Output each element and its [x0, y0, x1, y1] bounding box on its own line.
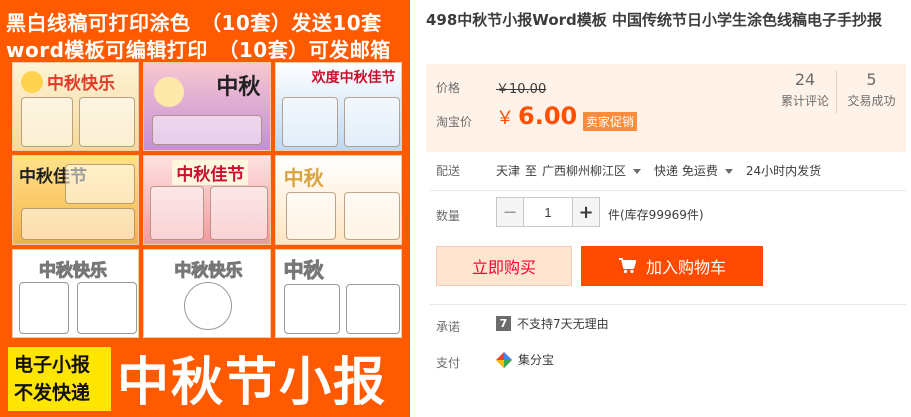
text-box [343, 97, 400, 147]
promo-badge: 卖家促销 [583, 112, 638, 131]
buy-now-button[interactable]: 立即购买 [436, 246, 572, 286]
reviews-count: 24 [794, 70, 816, 89]
quantity-input[interactable] [524, 197, 572, 227]
reviews-label: 累计评论 [780, 94, 829, 108]
divider [430, 190, 906, 191]
original-price: ￥10.00 [496, 82, 547, 97]
ship-to-word: 至 [525, 164, 538, 178]
dispatch-time: 24小时内发货 [745, 164, 822, 178]
delivery-method-text: 快递 免运费 [654, 164, 718, 178]
promise-label: 承诺 [436, 320, 461, 334]
image-big-title: 中秋节小报 [117, 353, 388, 413]
template-thumbnail: 中秋佳节 [143, 155, 271, 245]
delivery-method-selector[interactable]: 快递 免运费 [654, 164, 741, 178]
template-thumbnail: 中秋快乐 [12, 62, 140, 152]
thumbnail-title: 中秋快乐 [174, 260, 243, 281]
text-box [19, 281, 69, 334]
template-thumbnail: 中秋快乐 [143, 248, 271, 338]
destination-selector[interactable]: 广西柳州柳江区 [542, 164, 649, 178]
divider [430, 304, 906, 305]
reviews-stat[interactable]: 24 累计评论 [770, 70, 840, 109]
add-to-cart-label: 加入购物车 [645, 258, 726, 277]
text-box [343, 192, 400, 241]
chevron-down-icon [724, 169, 733, 174]
template-preview-grid: 中秋快乐 中秋 欢度中秋佳节 中秋佳节 中秋佳节 中秋 中秋快乐 中秋快乐 中秋 [12, 62, 402, 338]
original-price-label: 价格 [436, 81, 461, 95]
template-thumbnail: 欢度中秋佳节 [274, 62, 402, 152]
promo-price-value: 6.00 [518, 102, 578, 130]
promise-row: 7 不支持7天无理由 [496, 315, 609, 332]
text-box [345, 283, 400, 334]
quantity-stepper: − + [496, 197, 600, 227]
text-box [65, 164, 135, 205]
text-box [21, 208, 135, 241]
product-main-image[interactable]: 黑白线稿可打印涂色 （10套）发送10套 word模板可编辑打印 （10套）可发… [0, 0, 410, 417]
add-to-cart-button[interactable]: 加入购物车 [581, 246, 763, 286]
text-box [21, 97, 73, 147]
thumbnail-title: 中秋 [283, 166, 324, 191]
shipping-row: 天津至广西柳州柳江区 快递 免运费 24小时内发货 [496, 162, 826, 179]
text-box [210, 186, 269, 241]
thumbnail-title: 中秋快乐 [39, 260, 108, 281]
text-box [281, 97, 338, 147]
template-thumbnail: 中秋 [143, 62, 271, 152]
chevron-down-icon [633, 169, 642, 174]
template-thumbnail: 中秋 [274, 155, 402, 245]
text-box [79, 97, 135, 147]
seven-day-return-icon: 7 [496, 316, 511, 331]
thumbnail-title: 中秋佳节 [172, 160, 249, 186]
template-thumbnail: 中秋佳节 [12, 155, 140, 245]
promo-price-label: 淘宝价 [436, 115, 473, 129]
text-box [184, 281, 233, 330]
cart-icon [618, 258, 636, 274]
text-box [152, 115, 263, 145]
currency-symbol: ￥ [496, 108, 514, 129]
sales-label: 交易成功 [847, 94, 896, 108]
payment-method: 集分宝 [518, 353, 555, 367]
promise-text: 不支持7天无理由 [517, 317, 609, 331]
ship-from: 天津 [496, 164, 521, 178]
text-box [283, 283, 340, 334]
payment-row: 集分宝 [496, 351, 554, 368]
promo-price: ￥ 6.00 [496, 102, 577, 130]
jifenbao-icon [496, 351, 512, 368]
sales-count: 5 [866, 70, 877, 89]
template-thumbnail: 中秋快乐 [12, 248, 140, 338]
moon-icon [154, 77, 185, 107]
moon-icon [21, 71, 43, 93]
image-banner-line-1: 黑白线稿可打印涂色 （10套）发送10套 [6, 11, 382, 35]
price-panel: 价格 ￥10.00 淘宝价 ￥ 6.00 卖家促销 24 累计评论 5 交易成功 [426, 64, 906, 152]
text-box [150, 186, 205, 241]
thumbnail-title: 中秋 [216, 75, 261, 100]
quantity-increase-button[interactable]: + [572, 197, 600, 227]
template-thumbnail: 中秋 [274, 248, 402, 338]
image-banner-line-2: word模板可编辑打印 （10套）可发邮箱 [6, 38, 391, 62]
shipping-label: 配送 [436, 164, 461, 178]
stock-text: 件(库存99969件) [608, 208, 704, 222]
sales-stat: 5 交易成功 [836, 70, 906, 114]
badge-line-1: 电子小报 [14, 354, 91, 376]
text-box [285, 192, 336, 241]
no-shipping-badge: 电子小报 不发快递 [8, 347, 111, 411]
quantity-decrease-button[interactable]: − [496, 197, 524, 227]
destination-text: 广西柳州柳江区 [542, 164, 627, 178]
thumbnail-title: 中秋 [283, 257, 324, 282]
thumbnail-title: 中秋快乐 [47, 74, 115, 94]
product-title: 498中秋节小报Word模板 中国传统节日小学生涂色线稿电子手抄报 [426, 11, 882, 29]
thumbnail-title: 欢度中秋佳节 [311, 70, 396, 86]
payment-label: 支付 [436, 356, 461, 370]
quantity-label: 数量 [436, 209, 461, 223]
badge-line-2: 不发快递 [14, 382, 91, 404]
text-box [77, 281, 137, 334]
